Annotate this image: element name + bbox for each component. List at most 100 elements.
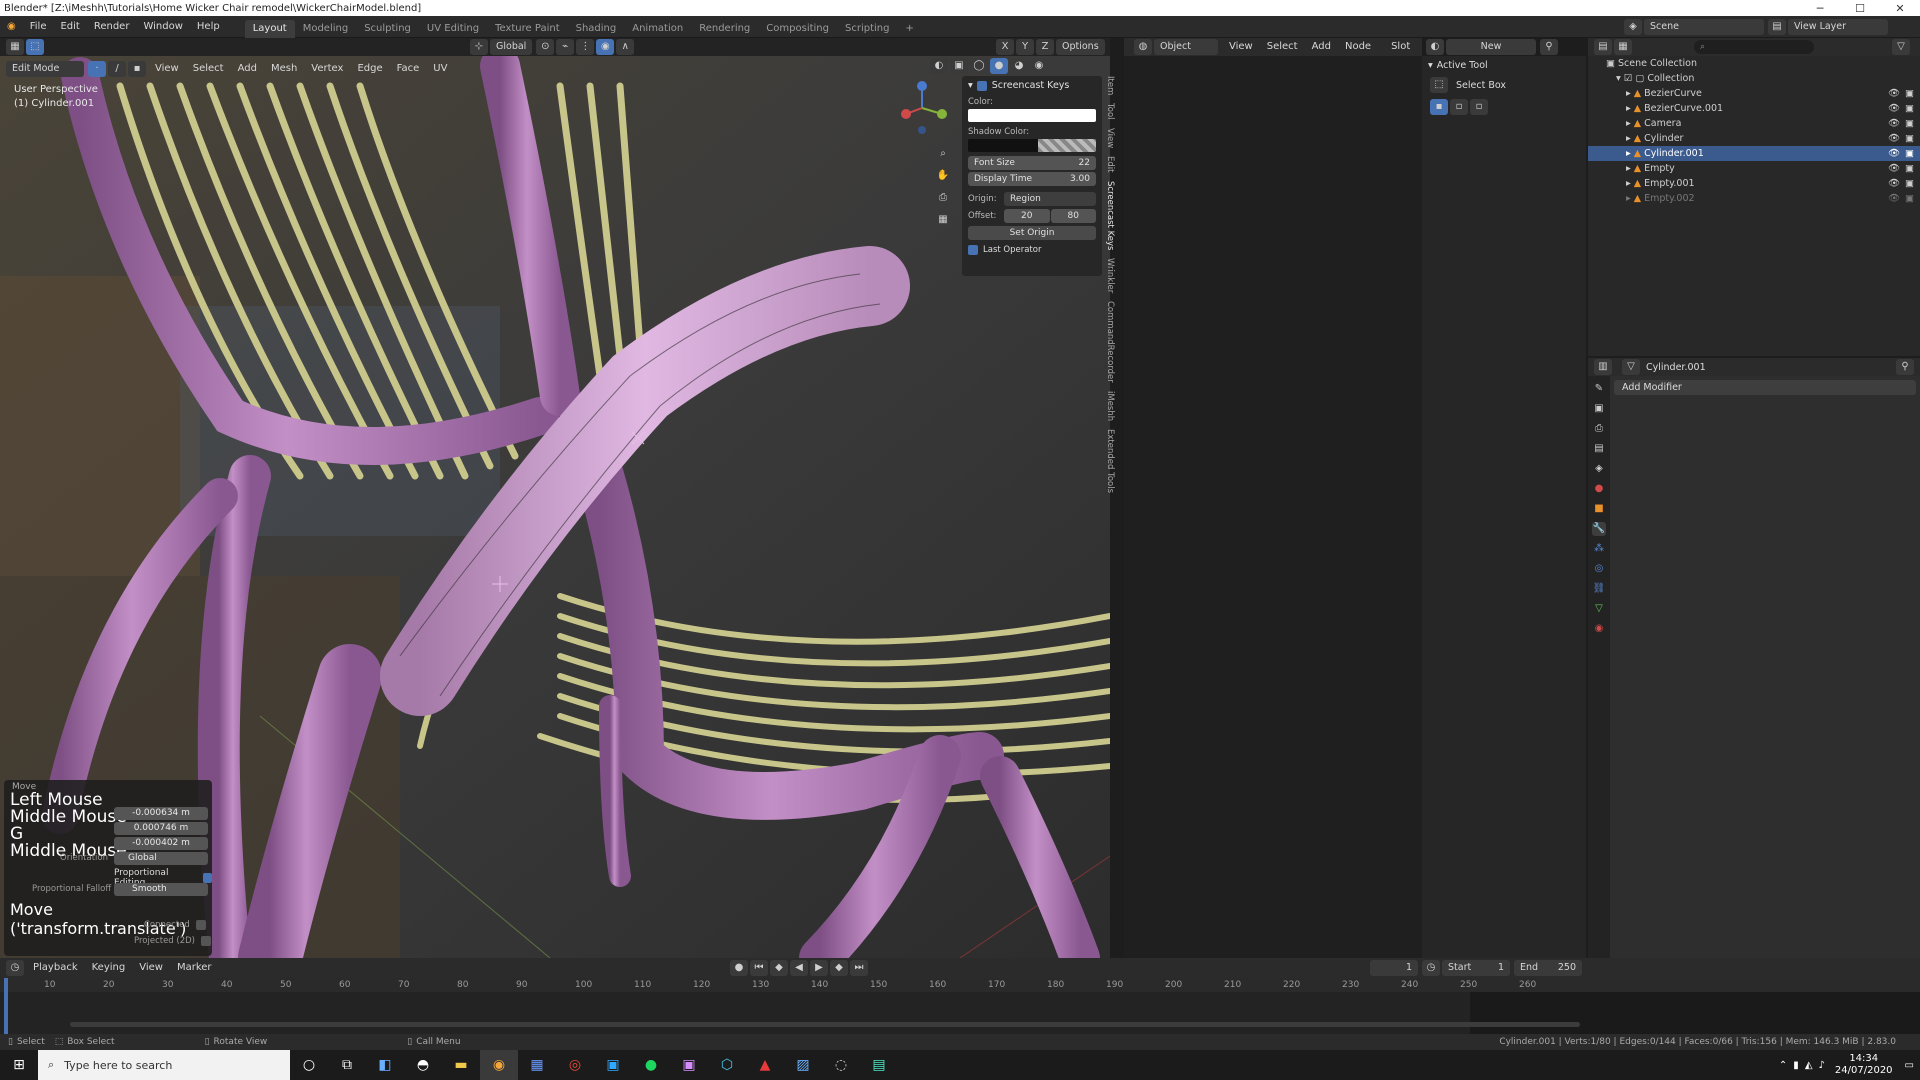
scene-collection-row[interactable]: ▣ Scene Collection bbox=[1588, 56, 1920, 71]
solid-shading-icon[interactable]: ● bbox=[990, 58, 1008, 74]
slot-selector[interactable]: Slot bbox=[1384, 36, 1417, 58]
cortana-icon[interactable]: ○ bbox=[290, 1050, 328, 1080]
particles-properties-icon[interactable]: ⁂ bbox=[1592, 542, 1606, 556]
maximize-button[interactable]: ☐ bbox=[1840, 2, 1880, 15]
outliner-item[interactable]: ▸ ▲ Empty.002 👁 ▣ bbox=[1588, 191, 1920, 206]
minimize-button[interactable]: ─ bbox=[1800, 2, 1840, 15]
select-mode-extend-icon[interactable]: ▫ bbox=[1450, 99, 1468, 115]
timeline-menu-marker[interactable]: Marker bbox=[170, 957, 219, 979]
shadow-color-swatch[interactable] bbox=[968, 139, 1096, 152]
premiere-icon[interactable]: ▣ bbox=[670, 1050, 708, 1080]
select-mode-subtract-icon[interactable]: ▫ bbox=[1470, 99, 1488, 115]
chrome-icon[interactable]: ◎ bbox=[556, 1050, 594, 1080]
outliner-expand-icon[interactable]: ▸ bbox=[1626, 103, 1634, 114]
3d-viewport[interactable]: Edit Mode · / ▪ View Select Add Mesh Ver… bbox=[0, 56, 1110, 958]
move-y-field[interactable]: 0.000746 m bbox=[114, 822, 208, 835]
mirror-x-button[interactable]: X bbox=[996, 39, 1014, 55]
panel-collapse-icon[interactable]: ▾ bbox=[968, 80, 973, 91]
zoom-icon[interactable]: ⌕ bbox=[934, 146, 952, 162]
visibility-eye-icon[interactable]: 👁 bbox=[1888, 86, 1900, 101]
offset-y-field[interactable]: 80 bbox=[1050, 209, 1096, 223]
notifications-icon[interactable]: ▭ bbox=[1905, 1060, 1914, 1071]
app-icon-1[interactable]: ◧ bbox=[366, 1050, 404, 1080]
sidebar-tab-item[interactable]: Item bbox=[1105, 76, 1115, 95]
start-frame-field[interactable]: Start 1 bbox=[1442, 960, 1510, 976]
proportional-edit-icon[interactable]: ◉ bbox=[596, 39, 615, 55]
outliner-expand-icon[interactable]: ▸ bbox=[1626, 118, 1634, 129]
outliner-item[interactable]: ▸ ▲ Empty.001 👁 ▣ bbox=[1588, 176, 1920, 191]
timeline-menu-playback[interactable]: Playback bbox=[26, 957, 85, 979]
timeline-scrollbar[interactable] bbox=[70, 1022, 1580, 1027]
node-menu-node[interactable]: Node bbox=[1338, 36, 1378, 58]
world-properties-icon[interactable]: ● bbox=[1592, 482, 1606, 496]
timeline-area[interactable]: 10 20 30 40 50 60 70 80 90 100 110 120 130 140 150 160 1… bbox=[0, 978, 1920, 1034]
render-properties-icon[interactable]: ▣ bbox=[1592, 402, 1606, 416]
tab-uv-editing[interactable]: UV Editing bbox=[419, 20, 487, 38]
app-icon-5[interactable]: ▤ bbox=[860, 1050, 898, 1080]
data-properties-icon[interactable]: ▽ bbox=[1592, 602, 1606, 616]
rendered-shading-icon[interactable]: ◉ bbox=[1030, 58, 1048, 74]
viewport-menu-mesh[interactable]: Mesh bbox=[264, 58, 304, 80]
taskbar-search-box[interactable]: ⌕ Type here to search bbox=[38, 1050, 290, 1080]
menu-file[interactable]: File bbox=[23, 16, 54, 38]
visibility-eye-icon[interactable]: 👁 bbox=[1888, 131, 1900, 146]
node-editor-type-icon[interactable]: ◍ bbox=[1134, 39, 1152, 55]
record-icon[interactable]: ● bbox=[730, 960, 748, 976]
sidebar-tab-imeshh[interactable]: iMeshh bbox=[1105, 391, 1115, 421]
editor-type-icon[interactable]: ▦ bbox=[6, 39, 24, 55]
spotify-icon[interactable]: ● bbox=[632, 1050, 670, 1080]
acrobat-icon[interactable]: ▲ bbox=[746, 1050, 784, 1080]
visibility-eye-icon[interactable]: 👁 bbox=[1888, 161, 1900, 176]
viewport-menu-face[interactable]: Face bbox=[390, 58, 427, 80]
tab-rendering[interactable]: Rendering bbox=[691, 20, 758, 38]
play-icon[interactable]: ▶ bbox=[810, 960, 828, 976]
tab-shading[interactable]: Shading bbox=[568, 20, 625, 38]
select-mode-new-icon[interactable]: ▪ bbox=[1430, 99, 1448, 115]
add-modifier-button[interactable]: Add Modifier bbox=[1614, 380, 1916, 395]
display-mode-icon[interactable]: ▦ bbox=[1614, 39, 1632, 55]
outliner-expand-icon[interactable]: ▸ bbox=[1626, 178, 1634, 189]
menu-render[interactable]: Render bbox=[87, 16, 137, 38]
tab-scripting[interactable]: Scripting bbox=[837, 20, 897, 38]
app-icon-2[interactable]: ◓ bbox=[404, 1050, 442, 1080]
properties-type-icon[interactable]: ▥ bbox=[1594, 359, 1612, 375]
menu-window[interactable]: Window bbox=[136, 16, 189, 38]
sidebar-tab-tool[interactable]: Tool bbox=[1105, 103, 1115, 120]
blender-taskbar-icon[interactable]: ◉ bbox=[480, 1050, 518, 1080]
move-z-field[interactable]: -0.000402 m bbox=[114, 837, 208, 850]
output-properties-icon[interactable]: ⎙ bbox=[1592, 422, 1606, 436]
viewport-menu-uv[interactable]: UV bbox=[426, 58, 454, 80]
scene-selector[interactable]: Scene bbox=[1644, 19, 1764, 35]
projected-checkbox[interactable] bbox=[201, 936, 211, 946]
close-button[interactable]: ✕ bbox=[1880, 2, 1920, 15]
render-camera-icon[interactable]: ▣ bbox=[1905, 86, 1914, 101]
pivot-icon[interactable]: ⊙ bbox=[536, 39, 555, 55]
projected-row[interactable]: Projected (2D) bbox=[134, 936, 211, 946]
select-tool-icon[interactable]: ⬚ bbox=[26, 39, 44, 55]
outliner-expand-icon[interactable]: ▸ bbox=[1626, 193, 1634, 204]
set-origin-button[interactable]: Set Origin bbox=[968, 226, 1096, 240]
render-camera-icon[interactable]: ▣ bbox=[1905, 161, 1914, 176]
vertex-select-icon[interactable]: · bbox=[88, 61, 106, 77]
scene-icon[interactable]: ◈ bbox=[1624, 19, 1642, 35]
sidebar-tab-commandrecorder[interactable]: CommandRecorder bbox=[1105, 301, 1115, 383]
render-camera-icon[interactable]: ▣ bbox=[1905, 101, 1914, 116]
menu-help[interactable]: Help bbox=[190, 16, 227, 38]
outliner-expand-icon[interactable]: ▸ bbox=[1626, 148, 1634, 159]
node-menu-add[interactable]: Add bbox=[1305, 36, 1338, 58]
viewport-menu-edge[interactable]: Edge bbox=[350, 58, 389, 80]
visibility-eye-icon[interactable]: 👁 bbox=[1888, 146, 1900, 161]
tray-chevron-icon[interactable]: ⌃ bbox=[1779, 1060, 1787, 1071]
viewport-menu-vertex[interactable]: Vertex bbox=[304, 58, 350, 80]
outliner-item[interactable]: ▸ ▲ Camera 👁 ▣ bbox=[1588, 116, 1920, 131]
timeline-menu-view[interactable]: View bbox=[132, 957, 170, 979]
properties-pin-icon[interactable]: ⚲ bbox=[1896, 359, 1914, 375]
viewport-menu-select[interactable]: Select bbox=[186, 58, 231, 80]
font-size-field[interactable]: Font Size 22 bbox=[968, 156, 1096, 170]
view-layer-properties-icon[interactable]: ▤ bbox=[1592, 442, 1606, 456]
tray-mic-icon[interactable]: ▮ bbox=[1793, 1060, 1799, 1071]
material-browse-icon[interactable]: ◐ bbox=[1426, 39, 1444, 55]
outliner-expand-icon[interactable]: ▸ bbox=[1626, 88, 1634, 99]
object-properties-icon[interactable]: ■ bbox=[1592, 502, 1606, 516]
sidebar-tab-view[interactable]: View bbox=[1105, 128, 1115, 148]
